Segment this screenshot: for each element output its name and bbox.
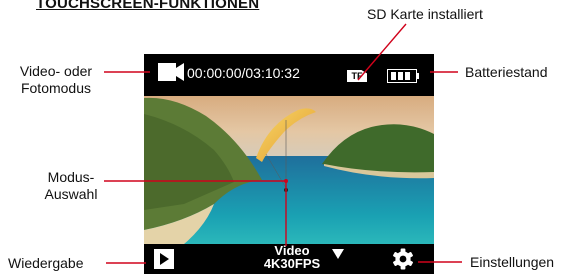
battery-icon <box>387 69 419 83</box>
camera-screen: 00:00:00/03:10:32 TF Video 4K30FPS <box>144 54 434 274</box>
diagram: TOUCHSCREEN-FUNKTIONEN 00:00:00/03:10:32… <box>0 0 582 274</box>
label-battery: Batteriestand <box>465 64 548 80</box>
label-video-photo-mode: Video- oder Fotomodus <box>8 63 104 97</box>
page-title: TOUCHSCREEN-FUNKTIONEN <box>36 0 260 12</box>
gear-icon[interactable] <box>392 248 414 270</box>
play-icon[interactable] <box>154 249 174 269</box>
label-sd-card: SD Karte installiert <box>367 6 483 22</box>
label-mode-line2: Auswahl <box>44 186 98 202</box>
label-settings: Einstellungen <box>470 254 555 270</box>
label-video-photo-line2: Fotomodus <box>20 80 92 96</box>
mode-resolution: 4K30FPS <box>263 256 321 271</box>
status-bar: 00:00:00/03:10:32 TF <box>144 54 434 96</box>
triangle-down-icon[interactable] <box>332 249 344 259</box>
label-playback: Wiedergabe <box>8 255 84 271</box>
control-bar: Video 4K30FPS <box>144 244 434 274</box>
label-mode-line1: Modus- <box>47 169 95 185</box>
sd-card-icon: TF <box>347 70 367 82</box>
label-mode-selection: Modus- Auswahl <box>36 169 106 203</box>
recording-timecode: 00:00:00/03:10:32 <box>187 65 300 81</box>
video-camera-icon[interactable] <box>158 62 184 82</box>
mode-selector[interactable]: Video 4K30FPS <box>252 244 332 270</box>
label-video-photo-line1: Video- oder <box>19 63 93 79</box>
